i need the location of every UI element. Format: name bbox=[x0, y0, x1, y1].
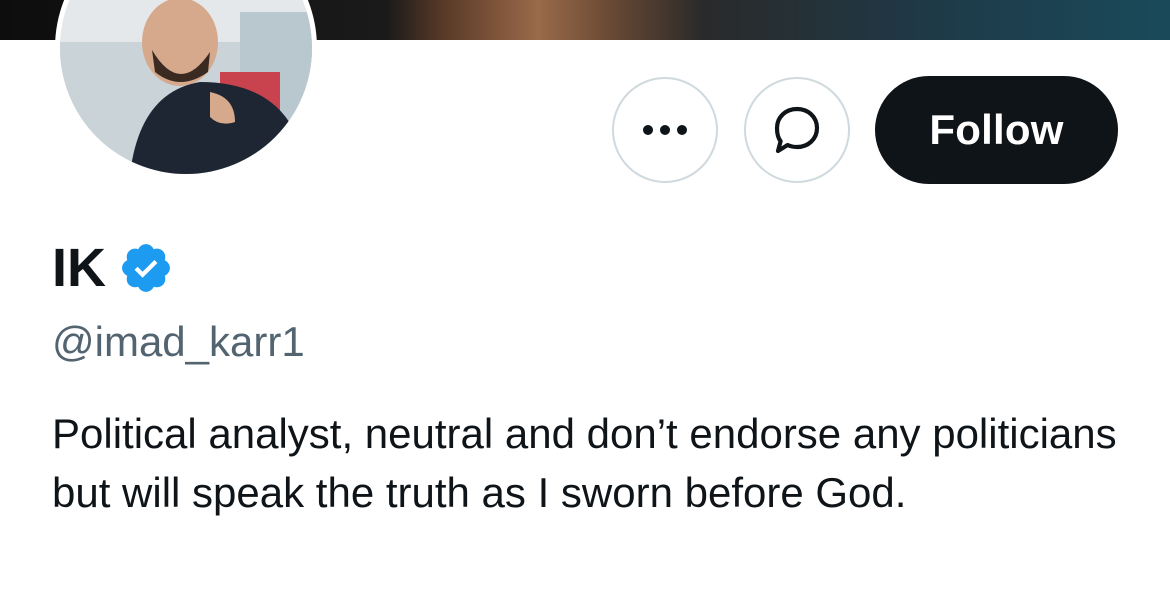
bio-text: Political analyst, neutral and don’t end… bbox=[52, 410, 1117, 516]
message-bubble-icon bbox=[774, 106, 820, 154]
avatar[interactable] bbox=[55, 0, 317, 179]
display-name: IK bbox=[52, 238, 106, 298]
follow-button-label: Follow bbox=[929, 106, 1064, 153]
profile-header: Follow IK @imad_karr1 Political analyst,… bbox=[0, 0, 1170, 604]
handle: @imad_karr1 bbox=[52, 318, 305, 365]
more-options-button[interactable] bbox=[612, 77, 718, 183]
name-row: IK bbox=[52, 236, 174, 300]
avatar-photo bbox=[60, 0, 312, 174]
follow-button[interactable]: Follow bbox=[875, 76, 1118, 184]
verified-badge-icon[interactable] bbox=[118, 240, 174, 296]
message-button[interactable] bbox=[744, 77, 850, 183]
ellipsis-icon bbox=[643, 125, 687, 135]
